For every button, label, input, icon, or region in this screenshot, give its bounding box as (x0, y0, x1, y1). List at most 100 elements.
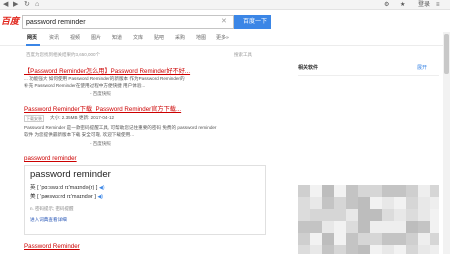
mosaic-cell (382, 209, 394, 221)
tab-purchase[interactable]: 采购 (175, 34, 185, 43)
mosaic-cell (322, 209, 334, 221)
right-panel-more[interactable]: 展开 (417, 64, 427, 71)
mosaic-cell (346, 221, 358, 233)
mosaic-cell (334, 209, 346, 221)
refresh-icon[interactable]: ↻ (24, 1, 30, 9)
site-logo[interactable]: 百度 (1, 15, 19, 28)
login-link[interactable]: 登录 (418, 1, 430, 9)
tab-map[interactable]: 地图 (196, 34, 206, 43)
search-button[interactable]: 百度一下 (234, 15, 271, 29)
clear-icon[interactable]: ✕ (221, 17, 227, 27)
mosaic-cell (298, 245, 310, 254)
pronunciation-uk-text: 英 [ 'pɑ:swɜ:d rɪ'maɪndə(r) ] (30, 185, 98, 191)
mosaic-cell (382, 233, 394, 245)
back-icon[interactable]: ◀ (3, 1, 8, 9)
mosaic-cell (322, 197, 334, 209)
mosaic-cell (394, 197, 406, 209)
dictionary-detail-link[interactable]: 进入词典查看详细 (30, 217, 67, 223)
tab-news[interactable]: 资讯 (49, 34, 59, 43)
mosaic-cell (370, 245, 382, 254)
tab-images[interactable]: 图片 (91, 34, 101, 43)
mosaic-cell (310, 221, 322, 233)
mosaic-cell (370, 221, 382, 233)
tab-zhidao[interactable]: 知道 (112, 34, 122, 43)
star-icon[interactable]: ★ (400, 1, 405, 9)
tab-tieba[interactable]: 贴吧 (154, 34, 164, 43)
speaker-icon[interactable]: ◀) (99, 185, 105, 191)
mosaic-cell (394, 209, 406, 221)
mosaic-cell (418, 185, 430, 197)
tab-more[interactable]: 更多» (216, 34, 229, 43)
mosaic-cell (382, 221, 394, 233)
mosaic-cell (310, 185, 322, 197)
tab-video[interactable]: 视频 (70, 34, 80, 43)
result-title-4[interactable]: Password Reminder (24, 243, 80, 250)
result-title-3[interactable]: password reminder (24, 155, 77, 162)
settings-icon[interactable]: ⚙ (384, 1, 389, 9)
mosaic-cell (418, 233, 430, 245)
tab-wenku[interactable]: 文库 (133, 34, 143, 43)
result-title-2[interactable]: Password Reminder下载_Password Reminder官方下… (24, 104, 181, 113)
mosaic-cell (370, 197, 382, 209)
pronunciation-us: 美 [ 'pæswɜ:rd rɪ'maɪndər ] ◀) (30, 192, 103, 200)
active-tab-indicator (26, 44, 40, 46)
pronunciation-us-text: 美 [ 'pæswɜ:rd rɪ'maɪndər ] (30, 194, 96, 200)
mosaic-cell (334, 197, 346, 209)
mosaic-cell (358, 209, 370, 221)
result-count: 百度为您找到相关结果约3,650,000个 (26, 52, 101, 57)
menu-icon[interactable]: ≡ (436, 1, 440, 9)
mosaic-cell (418, 245, 430, 254)
mosaic-cell (382, 185, 394, 197)
search-header: 百度 ✕ 百度一下 (0, 10, 450, 32)
mosaic-cell (394, 185, 406, 197)
mosaic-cell (298, 197, 310, 209)
mosaic-cell (430, 221, 439, 233)
mosaic-cell (382, 197, 394, 209)
download-badge: 下载安装 (24, 115, 44, 122)
mosaic-cell (346, 209, 358, 221)
dictionary-card: password reminder 英 [ 'pɑ:swɜ:d rɪ'maɪnd… (24, 165, 266, 235)
mosaic-cell (346, 233, 358, 245)
pronunciation-uk: 英 [ 'pɑ:swɜ:d rɪ'maɪndə(r) ] ◀) (30, 183, 105, 191)
dictionary-word: password reminder (30, 169, 111, 180)
mosaic-cell (310, 233, 322, 245)
mosaic-cell (322, 185, 334, 197)
pixelated-image (298, 185, 439, 254)
mosaic-cell (418, 197, 430, 209)
result-snippet-line: 软件 为您提供最新版本下载 安全可靠, 欢迎下载使用... (24, 132, 134, 137)
mosaic-cell (334, 221, 346, 233)
mosaic-cell (310, 209, 322, 221)
mosaic-cell (418, 221, 430, 233)
forward-icon[interactable]: ▶ (13, 1, 18, 9)
result-cache-link[interactable]: - 百度快照 (90, 141, 111, 147)
mosaic-cell (322, 221, 334, 233)
search-box[interactable]: ✕ (22, 15, 234, 29)
search-input[interactable] (26, 17, 206, 27)
home-icon[interactable]: ⌂ (35, 1, 39, 9)
mosaic-cell (406, 221, 418, 233)
mosaic-cell (334, 233, 346, 245)
mosaic-cell (370, 209, 382, 221)
mosaic-cell (406, 209, 418, 221)
dictionary-definition: n. 密码提示; 密码提醒 (30, 206, 74, 211)
result-title-1[interactable]: 【Password Reminder怎么用】Password Reminder好… (24, 66, 190, 75)
mosaic-cell (346, 197, 358, 209)
search-tools-link[interactable]: 搜索工具 (234, 52, 252, 58)
scrollbar[interactable] (443, 32, 450, 254)
mosaic-cell (322, 245, 334, 254)
search-tabs: 网页 资讯 视频 图片 知道 文库 贴吧 采购 地图 更多» (0, 32, 450, 46)
mosaic-cell (346, 185, 358, 197)
result-cache-link[interactable]: - 百度快照 (90, 91, 111, 97)
tab-web[interactable]: 网页 (27, 34, 37, 43)
mosaic-cell (358, 197, 370, 209)
mosaic-cell (298, 209, 310, 221)
mosaic-cell (310, 245, 322, 254)
mosaic-cell (394, 233, 406, 245)
mosaic-cell (370, 233, 382, 245)
speaker-icon[interactable]: ◀) (97, 194, 103, 200)
mosaic-cell (358, 185, 370, 197)
mosaic-cell (358, 221, 370, 233)
mosaic-cell (406, 233, 418, 245)
scroll-thumb[interactable] (444, 34, 449, 74)
result-snippet-line: 补充 Password Reminder在使用过程中方便快捷 用户体验... (24, 83, 146, 88)
